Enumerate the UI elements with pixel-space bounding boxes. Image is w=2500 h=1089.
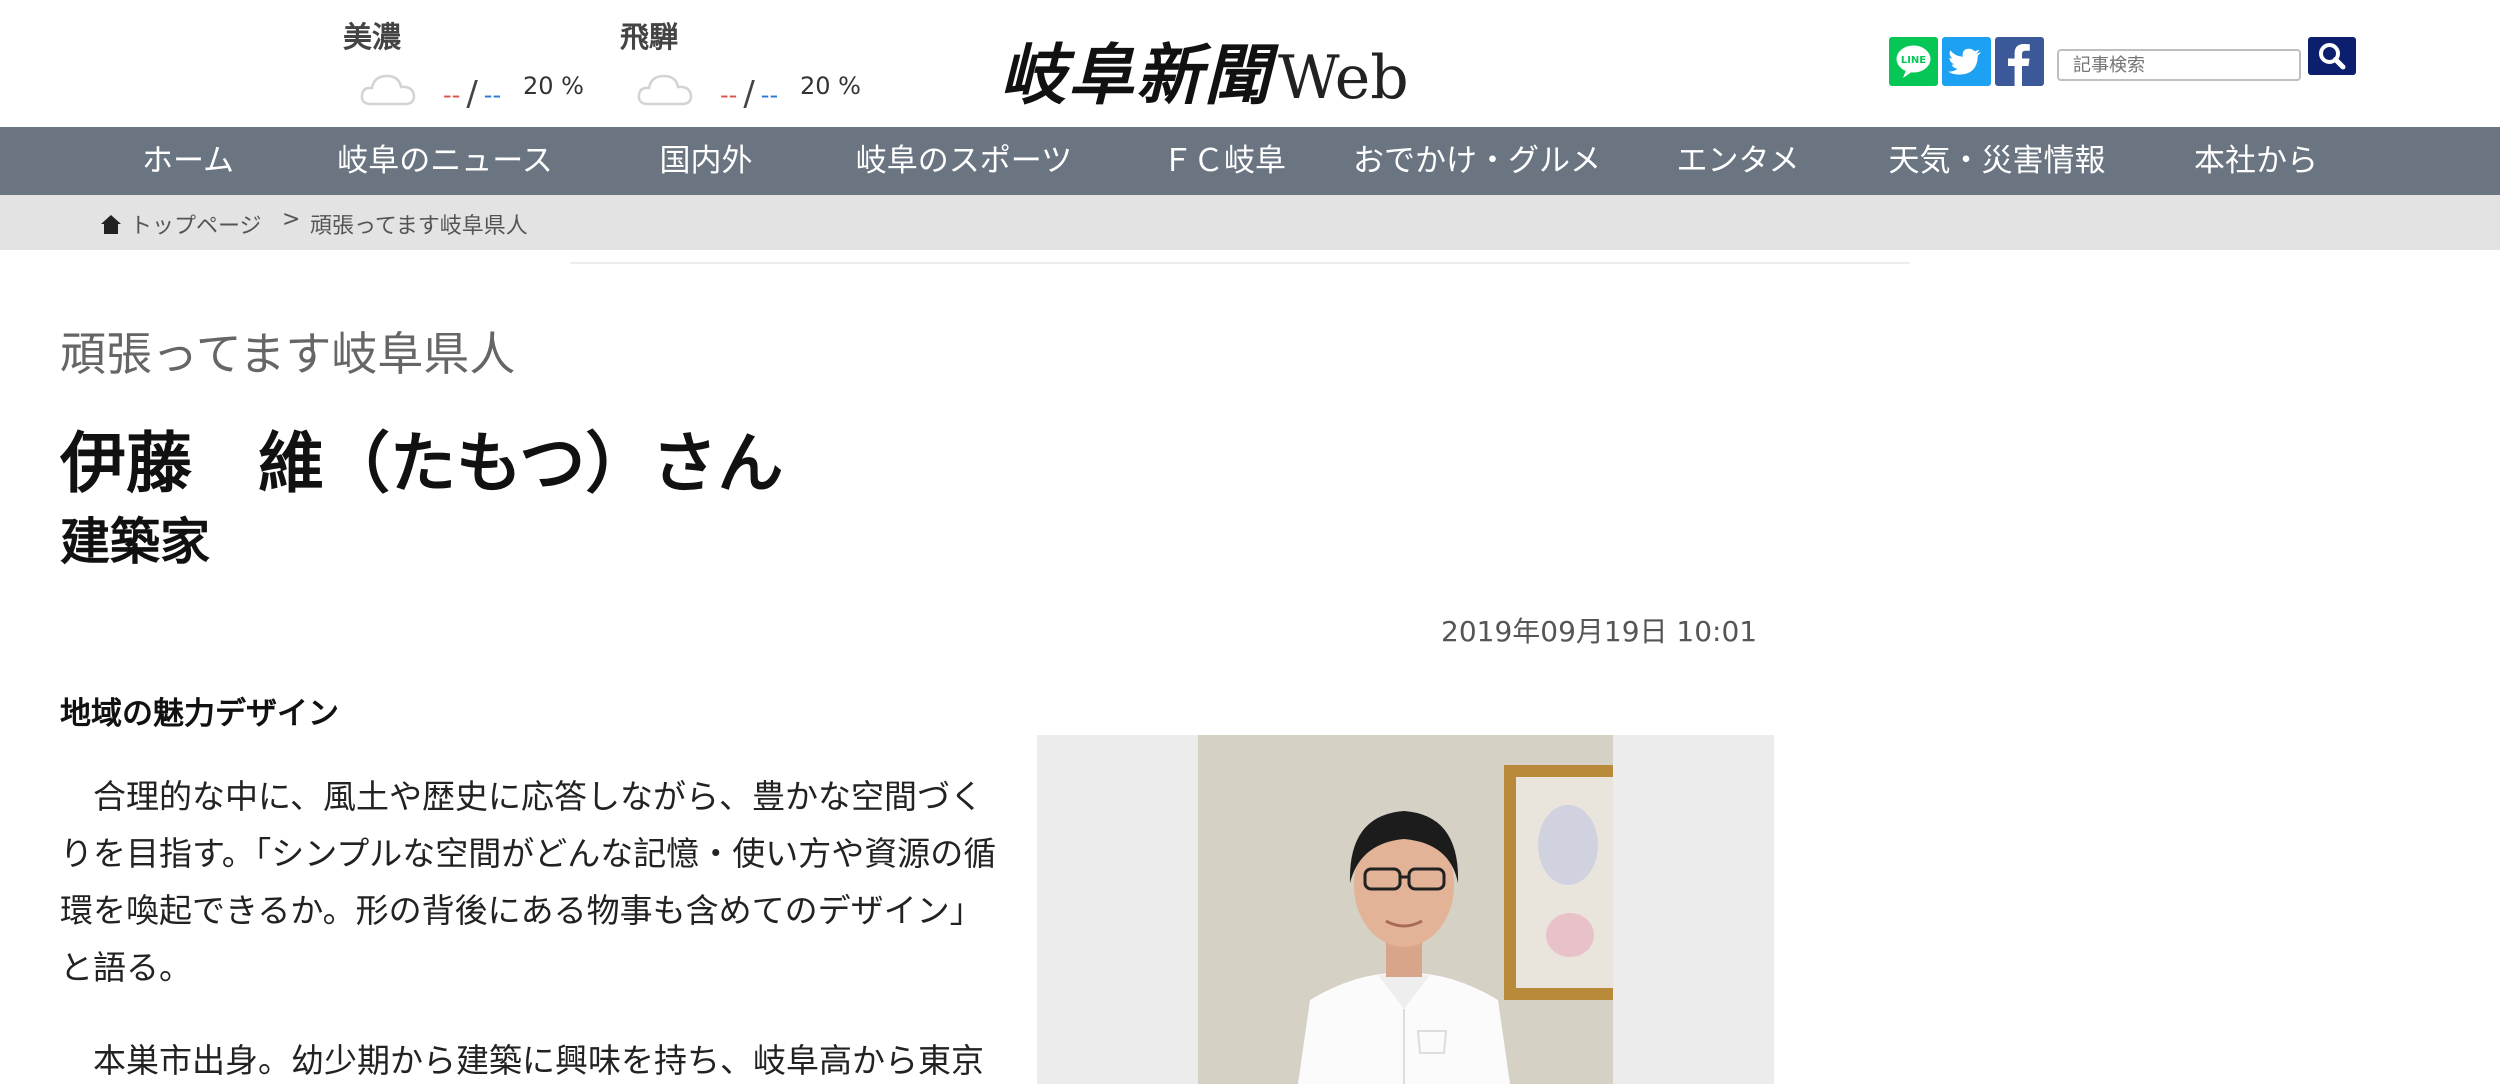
- logo-suffix: Web: [1278, 43, 1409, 113]
- line-share-button[interactable]: LINE: [1889, 37, 1938, 86]
- article-occupation: 建築家: [60, 513, 210, 571]
- article-date: 2019年09月19日 10:01: [1441, 615, 1758, 648]
- line-icon-text: LINE: [1901, 55, 1926, 66]
- breadcrumb-current[interactable]: 頑張ってます岐阜県人: [310, 208, 528, 240]
- facebook-icon: [2008, 44, 2030, 86]
- breadcrumb-separator: >: [282, 207, 301, 232]
- main-navigation: ホーム 岐阜のニュース 国内外 岐阜のスポーツ ＦＣ岐阜 おでかけ・グルメ エン…: [0, 127, 2500, 195]
- site-logo[interactable]: 岐阜新聞 Web: [1000, 22, 1409, 114]
- nav-item-domestic-international[interactable]: 国内外: [660, 127, 753, 195]
- weather-region-label: 美濃: [343, 20, 402, 54]
- nav-item-weather-disaster[interactable]: 天気・災害情報: [1889, 127, 2106, 195]
- nav-item-home[interactable]: ホーム: [142, 127, 234, 195]
- nav-item-gifu-news[interactable]: 岐阜のニュース: [337, 127, 552, 195]
- cloud-icon: [637, 74, 693, 106]
- home-icon: [101, 215, 121, 234]
- logo-text: 岐阜新聞: [1000, 36, 1272, 114]
- site-header: 美濃 -- / -- 20 % 飛騨 -- / -- 20 % 岐阜新聞 Web LINE: [0, 0, 2500, 127]
- search-icon: [2319, 43, 2346, 70]
- search-input[interactable]: [2057, 49, 2301, 81]
- nav-item-entertainment[interactable]: エンタメ: [1676, 127, 1799, 195]
- temp-low: --: [760, 81, 779, 109]
- breadcrumb: トップページ > 頑張ってます岐阜県人: [0, 195, 2500, 250]
- article-paragraph: 合理的な中に、風土や歴史に応答しながら、豊かな空間づくりを目指す。「シンプルな空…: [60, 777, 997, 987]
- weather-region-label: 飛騨: [620, 20, 679, 54]
- article-photo-frame: [1037, 735, 1774, 1084]
- article-paragraph: 本巣市出身。幼少期から建築に興味を持ち、岐阜高から東京: [60, 1041, 984, 1080]
- line-icon: LINE: [1896, 45, 1931, 78]
- portrait-image: [1198, 735, 1613, 1084]
- rain-chance: 20 %: [523, 72, 584, 100]
- article-title: 伊藤 維（たもつ）さん: [60, 425, 784, 502]
- temp-high: --: [720, 81, 738, 109]
- temp-separator: /: [743, 74, 755, 114]
- twitter-icon: [1948, 48, 1981, 75]
- temp-separator: /: [466, 74, 478, 114]
- temp-low: --: [483, 81, 502, 109]
- rain-chance: 20 %: [800, 72, 861, 100]
- breadcrumb-top-page[interactable]: トップページ: [130, 208, 262, 240]
- search-button[interactable]: [2308, 37, 2356, 75]
- weather-temps: -- / --: [443, 72, 502, 114]
- temp-high: --: [443, 81, 461, 109]
- nav-item-gifu-sports[interactable]: 岐阜のスポーツ: [856, 127, 1072, 195]
- portrait-photo[interactable]: [1198, 735, 1613, 1084]
- facebook-share-button[interactable]: [1995, 37, 2044, 86]
- cloud-icon: [360, 74, 416, 106]
- nav-item-fc-gifu[interactable]: ＦＣ岐阜: [1162, 127, 1286, 195]
- article-subhead: 地域の魅力デザイン: [60, 696, 339, 732]
- article-category: 頑張ってます岐阜県人: [60, 327, 516, 381]
- twitter-share-button[interactable]: [1942, 37, 1991, 86]
- nav-item-outing-gourmet[interactable]: おでかけ・グルメ: [1353, 127, 1601, 195]
- nav-item-from-company[interactable]: 本社から: [2194, 127, 2318, 195]
- weather-temps: -- / --: [720, 72, 779, 114]
- divider: [570, 262, 1910, 264]
